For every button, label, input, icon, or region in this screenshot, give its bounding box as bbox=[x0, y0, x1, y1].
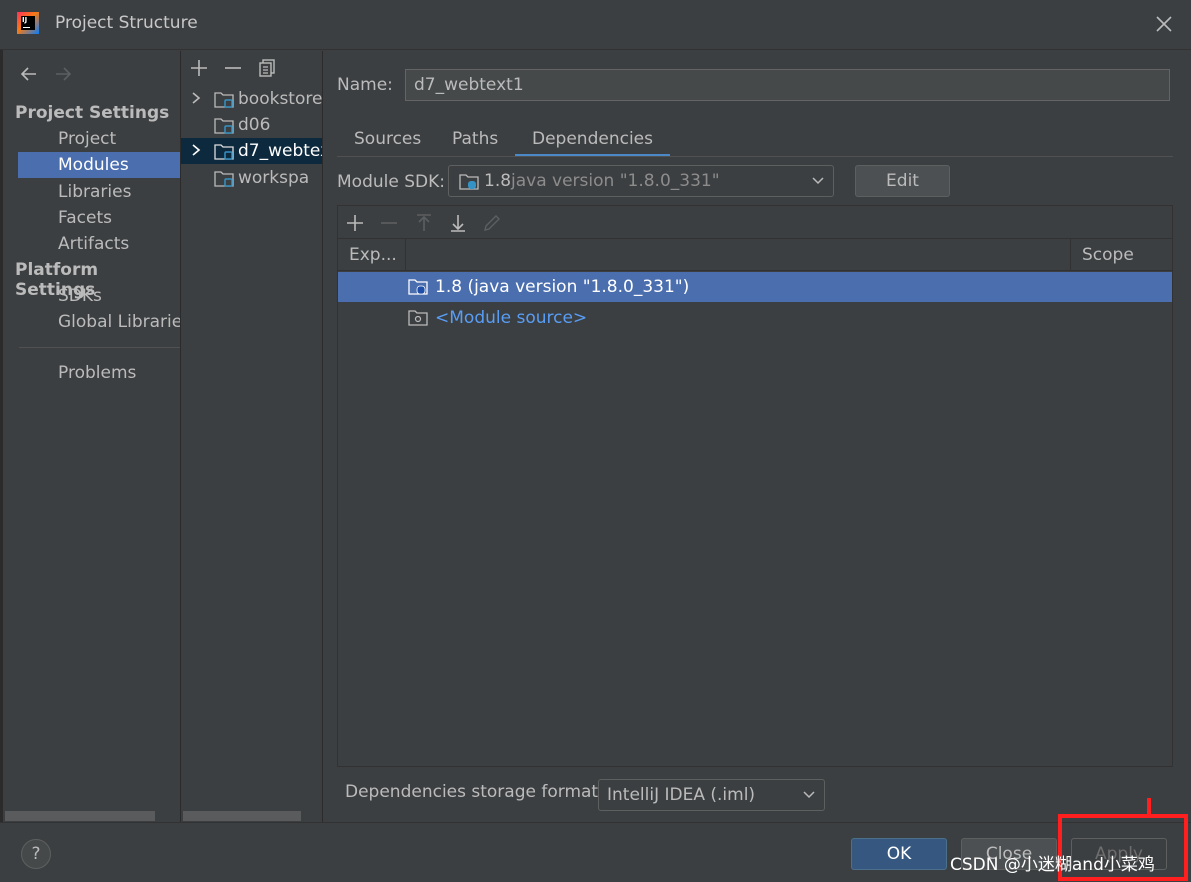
window-title: Project Structure bbox=[55, 13, 198, 33]
sdk-version: 1.8 bbox=[484, 171, 512, 191]
add-dependency-icon[interactable] bbox=[344, 212, 366, 234]
name-label: Name: bbox=[337, 75, 393, 95]
modules-panel: bookstore d06 d7_webtext1 workspa bbox=[181, 51, 322, 822]
remove-module-icon[interactable] bbox=[222, 57, 244, 79]
module-sdk-select[interactable]: 1.8 java version "1.8.0_331" bbox=[448, 165, 834, 197]
watermark: CSDN @小迷糊and小菜鸡 bbox=[950, 855, 1155, 875]
sidebar-item-modules[interactable]: Modules bbox=[18, 152, 180, 178]
dependency-label: <Module source> bbox=[435, 308, 588, 328]
tab-sources[interactable]: Sources bbox=[354, 125, 421, 157]
sdk-folder-icon bbox=[408, 279, 428, 295]
module-label: d7_webtext1 bbox=[238, 141, 322, 161]
column-scope[interactable]: Scope bbox=[1071, 239, 1172, 271]
storage-format-label: Dependencies storage format: bbox=[345, 782, 604, 802]
forward-arrow-icon[interactable] bbox=[52, 63, 74, 85]
name-input[interactable]: d7_webtext1 bbox=[405, 69, 1170, 101]
sidebar-item-project[interactable]: Project bbox=[18, 126, 180, 152]
tabs-underline bbox=[337, 156, 1173, 157]
section-project-settings: Project Settings bbox=[15, 103, 170, 123]
module-folder-icon bbox=[214, 118, 234, 134]
sidebar-item-sdks[interactable]: SDKs bbox=[18, 283, 180, 309]
chevron-right-icon[interactable] bbox=[189, 142, 203, 158]
sdk-version-detail: java version "1.8.0_331" bbox=[511, 171, 720, 191]
back-arrow-icon[interactable] bbox=[18, 63, 40, 85]
dependency-row-module-source[interactable]: <Module source> bbox=[338, 303, 1172, 333]
remove-dependency-icon[interactable] bbox=[378, 212, 400, 234]
intellij-logo-icon: IJ bbox=[17, 12, 39, 34]
sdk-folder-icon bbox=[459, 174, 479, 190]
dependency-label: 1.8 (java version "1.8.0_331") bbox=[435, 277, 690, 297]
chevron-down-icon bbox=[803, 791, 815, 799]
dependency-row-jdk[interactable]: 1.8 (java version "1.8.0_331") bbox=[338, 272, 1172, 302]
column-name[interactable] bbox=[406, 239, 1071, 271]
module-item-bookstore[interactable]: bookstore bbox=[181, 86, 322, 112]
move-down-icon[interactable] bbox=[447, 212, 469, 234]
sidebar-item-libraries[interactable]: Libraries bbox=[18, 179, 180, 205]
storage-format-select[interactable]: IntelliJ IDEA (.iml) bbox=[598, 779, 825, 811]
module-folder-icon bbox=[214, 92, 234, 108]
dependencies-toolbar bbox=[338, 206, 1172, 239]
module-item-workspa[interactable]: workspa bbox=[181, 165, 322, 191]
edit-pencil-icon[interactable] bbox=[481, 212, 503, 234]
tab-paths[interactable]: Paths bbox=[452, 125, 498, 157]
sidebar-item-artifacts[interactable]: Artifacts bbox=[18, 231, 180, 257]
title-bar: IJ Project Structure bbox=[0, 0, 1191, 50]
chevron-right-icon[interactable] bbox=[189, 90, 203, 106]
settings-sidebar: Project Settings Project Modules Librari… bbox=[3, 51, 180, 822]
module-item-d06[interactable]: d06 bbox=[181, 112, 322, 138]
module-label: d06 bbox=[238, 115, 271, 135]
module-folder-icon bbox=[214, 171, 234, 187]
source-folder-icon bbox=[408, 310, 428, 326]
chevron-down-icon bbox=[812, 177, 824, 185]
dependencies-list: 1.8 (java version "1.8.0_331") <Module s… bbox=[338, 272, 1172, 766]
close-icon[interactable] bbox=[1153, 13, 1175, 35]
module-label: bookstore bbox=[238, 89, 322, 109]
help-button[interactable]: ? bbox=[21, 839, 51, 869]
module-details-panel: Name: d7_webtext1 Sources Paths Dependen… bbox=[323, 51, 1191, 822]
sidebar-item-facets[interactable]: Facets bbox=[18, 205, 180, 231]
copy-module-icon[interactable] bbox=[256, 57, 278, 79]
module-folder-icon bbox=[214, 144, 234, 160]
tab-dependencies[interactable]: Dependencies bbox=[515, 125, 670, 157]
sidebar-scrollbar[interactable] bbox=[5, 811, 155, 821]
modules-scrollbar[interactable] bbox=[183, 811, 301, 821]
dependencies-table: Exp... Scope 1.8 (java version "1.8.0_33… bbox=[337, 205, 1173, 767]
sidebar-item-global-libraries[interactable]: Global Libraries bbox=[18, 309, 180, 335]
column-export[interactable]: Exp... bbox=[338, 239, 406, 271]
edit-sdk-button[interactable]: Edit bbox=[855, 165, 950, 197]
dependencies-header: Exp... Scope bbox=[338, 239, 1172, 271]
storage-format-value: IntelliJ IDEA (.iml) bbox=[607, 785, 756, 805]
sidebar-separator bbox=[19, 347, 180, 348]
module-sdk-label: Module SDK: bbox=[337, 172, 445, 192]
add-module-icon[interactable] bbox=[188, 57, 210, 79]
move-up-icon[interactable] bbox=[413, 212, 435, 234]
module-label: workspa bbox=[238, 168, 310, 188]
ok-button[interactable]: OK bbox=[851, 838, 947, 870]
module-item-d7-webtext1[interactable]: d7_webtext1 bbox=[181, 138, 322, 164]
sidebar-item-problems[interactable]: Problems bbox=[18, 360, 180, 386]
